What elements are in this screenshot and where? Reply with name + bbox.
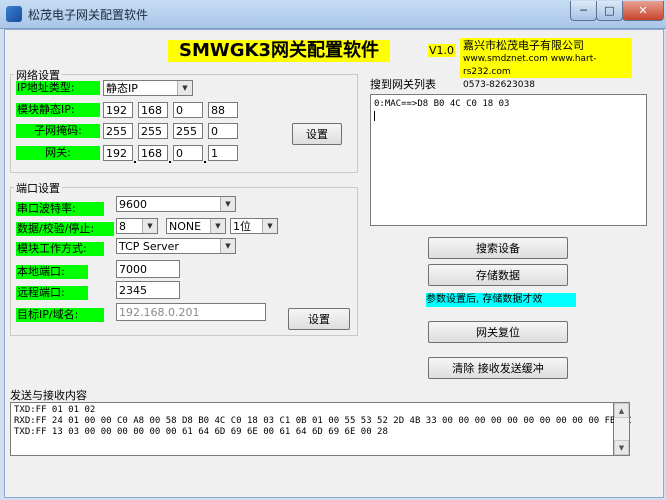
static-ip-octet-4[interactable]: 88 xyxy=(208,102,238,118)
static-ip-octet-1[interactable]: 192 xyxy=(103,102,133,118)
subnet-octet-1[interactable]: 255 xyxy=(103,123,133,139)
gateway-list-item[interactable]: 0:MAC==>D8 B0 4C C0 18 03 xyxy=(374,99,509,110)
ip-type-select[interactable]: 静态IP ▼ xyxy=(103,80,193,96)
company-phone: 0573-82623038 xyxy=(463,80,535,90)
ip-type-label: IP地址类型: xyxy=(16,81,100,95)
save-data-button[interactable]: 存储数据 xyxy=(428,264,568,286)
ip-separator-dot xyxy=(204,161,206,163)
log-line: RXD:FF 24 01 00 00 C0 A8 00 58 D8 B0 4C … xyxy=(14,416,632,426)
log-scrollbar[interactable]: ▲ ▼ xyxy=(614,402,630,456)
clear-buffer-button[interactable]: 清除 接收发送缓冲 xyxy=(428,357,568,379)
gateway-label: 网关: xyxy=(16,146,100,160)
log-line: TXD:FF 13 03 00 00 00 00 00 00 61 64 6D … xyxy=(14,427,388,437)
close-button[interactable]: ✕ xyxy=(622,1,664,21)
static-ip-label: 模块静态IP: xyxy=(16,103,100,117)
subnet-octet-3[interactable]: 255 xyxy=(173,123,203,139)
title-bar[interactable]: 松茂电子网关配置软件 ─ □ ✕ xyxy=(0,0,666,29)
company-name: 嘉兴市松茂电子有限公司 xyxy=(463,39,584,52)
chevron-down-icon: ▼ xyxy=(210,219,225,233)
subnet-label: 子网掩码: xyxy=(16,124,100,138)
remote-port-input[interactable]: 2345 xyxy=(116,281,180,299)
data-bits-value: 8 xyxy=(119,220,126,233)
chevron-down-icon: ▼ xyxy=(262,219,277,233)
save-hint-label: 参数设置后, 存储数据才效 xyxy=(426,293,576,307)
log-line: TXD:FF 01 01 02 xyxy=(14,405,96,415)
stop-bits-select[interactable]: 1位 ▼ xyxy=(230,218,278,234)
ip-type-value: 静态IP xyxy=(106,82,138,95)
app-icon xyxy=(6,6,22,22)
minimize-button[interactable]: ─ xyxy=(570,1,597,21)
subnet-octet-4[interactable]: 0 xyxy=(208,123,238,139)
gateway-list-label: 搜到网关列表 xyxy=(370,78,436,91)
gateway-octet-4[interactable]: 1 xyxy=(208,145,238,161)
local-port-input[interactable]: 7000 xyxy=(116,260,180,278)
parity-value: NONE xyxy=(169,220,202,233)
ip-separator-dot xyxy=(169,161,171,163)
work-mode-value: TCP Server xyxy=(119,240,179,253)
maximize-icon: □ xyxy=(604,4,615,17)
static-ip-octet-3[interactable]: 0 xyxy=(173,102,203,118)
maximize-button[interactable]: □ xyxy=(596,1,623,21)
gateway-octet-3[interactable]: 0 xyxy=(173,145,203,161)
app-title: SMWGK3网关配置软件 xyxy=(168,40,390,62)
baud-value: 9600 xyxy=(119,198,147,211)
chevron-down-icon: ▼ xyxy=(220,239,235,253)
local-port-label: 本地端口: xyxy=(16,265,88,279)
gateway-octet-2[interactable]: 168 xyxy=(138,145,168,161)
scroll-up-icon[interactable]: ▲ xyxy=(614,403,629,418)
baud-label: 串口波特率: xyxy=(16,202,104,216)
chevron-down-icon: ▼ xyxy=(142,219,157,233)
gateway-list[interactable]: 0:MAC==>D8 B0 4C C0 18 03 xyxy=(370,94,647,226)
port-set-button[interactable]: 设置 xyxy=(288,308,350,330)
target-ip-label: 目标IP/域名: xyxy=(16,308,104,322)
app-window: 松茂电子网关配置软件 ─ □ ✕ SMWGK3网关配置软件 V1.0 嘉兴市松茂… xyxy=(0,0,666,500)
baud-select[interactable]: 9600 ▼ xyxy=(116,196,236,212)
data-format-label: 数据/校验/停止: xyxy=(16,222,114,236)
window-title: 松茂电子网关配置软件 xyxy=(28,8,149,22)
stop-bits-value: 1位 xyxy=(233,220,251,233)
log-textarea[interactable]: TXD:FF 01 01 02 RXD:FF 24 01 00 00 C0 A8… xyxy=(10,402,632,456)
gateway-reset-button[interactable]: 网关复位 xyxy=(428,321,568,343)
text-cursor xyxy=(374,111,375,121)
target-ip-input[interactable]: 192.168.0.201 xyxy=(116,303,266,321)
remote-port-label: 远程端口: xyxy=(16,286,88,300)
gateway-octet-1[interactable]: 192 xyxy=(103,145,133,161)
version-label: V1.0 xyxy=(428,44,456,57)
work-mode-label: 模块工作方式: xyxy=(16,242,104,256)
close-icon: ✕ xyxy=(638,4,648,17)
chevron-down-icon: ▼ xyxy=(220,197,235,211)
ip-separator-dot xyxy=(134,161,136,163)
data-bits-select[interactable]: 8 ▼ xyxy=(116,218,158,234)
parity-select[interactable]: NONE ▼ xyxy=(166,218,226,234)
network-set-button[interactable]: 设置 xyxy=(292,123,342,145)
work-mode-select[interactable]: TCP Server ▼ xyxy=(116,238,236,254)
scroll-down-icon[interactable]: ▼ xyxy=(614,440,629,455)
subnet-octet-2[interactable]: 255 xyxy=(138,123,168,139)
company-websites: www.smdznet.com www.hart-rs232.com xyxy=(463,54,597,77)
log-label: 发送与接收内容 xyxy=(10,389,87,402)
static-ip-octet-2[interactable]: 168 xyxy=(138,102,168,118)
company-info: 嘉兴市松茂电子有限公司 www.smdznet.com www.hart-rs2… xyxy=(460,38,632,90)
minimize-icon: ─ xyxy=(580,4,587,17)
search-device-button[interactable]: 搜索设备 xyxy=(428,237,568,259)
chevron-down-icon: ▼ xyxy=(177,81,192,95)
port-settings-label: 端口设置 xyxy=(14,180,62,196)
